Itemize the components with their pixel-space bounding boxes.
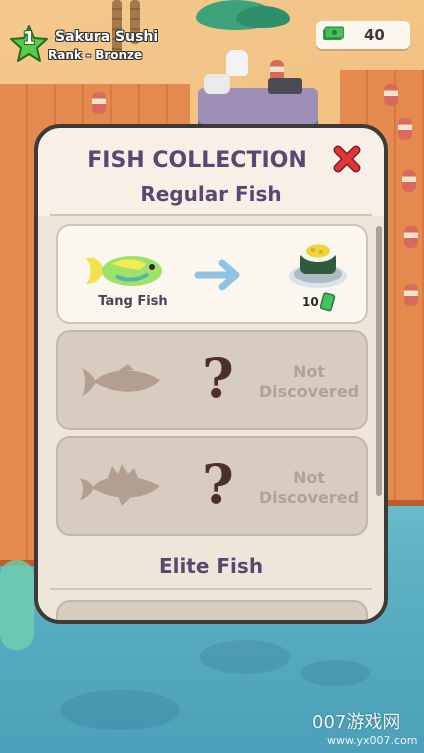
fish-silhouette-icon bbox=[82, 364, 160, 396]
modal-title: FISH COLLECTION bbox=[87, 148, 307, 173]
player-rank: Rank - Bronze bbox=[48, 48, 143, 62]
fish-list[interactable]: Tang Fish 10 ? Not Discovered ? Not Disc… bbox=[38, 216, 384, 620]
palm-leaves bbox=[236, 6, 290, 28]
player-level: 1 bbox=[22, 28, 36, 49]
water-shadow bbox=[200, 640, 290, 674]
status-not-discovered: Not Discovered bbox=[258, 362, 360, 401]
cash-icon bbox=[320, 292, 336, 312]
grill bbox=[268, 78, 302, 94]
money-amount: 40 bbox=[364, 26, 385, 44]
cash-stack-icon bbox=[323, 26, 344, 40]
plate bbox=[204, 74, 230, 94]
fish-card-locked[interactable]: ? Not Discovered bbox=[56, 330, 368, 430]
arrow-right-icon bbox=[194, 259, 240, 291]
watermark-brand: 007游戏网 bbox=[312, 712, 401, 733]
tang-fish-icon bbox=[86, 256, 162, 286]
section-title-regular: Regular Fish bbox=[140, 182, 282, 206]
status-not-discovered: Not Discovered bbox=[258, 468, 360, 507]
rope-post bbox=[404, 226, 418, 248]
water-shadow bbox=[60, 690, 180, 730]
divider bbox=[50, 588, 372, 590]
fish-card-locked[interactable]: ? Not Discovered bbox=[56, 436, 368, 536]
fish-name: Tang Fish bbox=[98, 294, 168, 309]
close-icon[interactable] bbox=[332, 144, 362, 174]
rope-post bbox=[402, 170, 416, 192]
fish-collection-modal: FISH COLLECTION Regular Fish Tang Fish 1… bbox=[34, 124, 388, 624]
rope-post bbox=[92, 92, 106, 114]
rope-post bbox=[384, 84, 398, 106]
seaweed bbox=[0, 560, 34, 650]
chef-hat bbox=[226, 50, 248, 76]
section-title-elite: Elite Fish bbox=[158, 554, 264, 578]
unknown-mark: ? bbox=[202, 452, 234, 516]
unknown-mark: ? bbox=[202, 346, 234, 410]
restaurant-name: Sakura Sushi bbox=[55, 29, 159, 45]
rope-post bbox=[404, 284, 418, 306]
reward-amount: 10 bbox=[302, 295, 319, 309]
scrollbar[interactable] bbox=[376, 226, 382, 496]
money-counter: 40 bbox=[316, 21, 410, 49]
watermark-url: www.yx007.com bbox=[327, 734, 418, 747]
spiny-fish-silhouette-icon bbox=[80, 464, 160, 506]
sushi-roll-icon bbox=[289, 242, 347, 288]
fish-card-elite-partial[interactable] bbox=[56, 600, 368, 620]
water-shadow bbox=[300, 660, 370, 686]
fish-card-tang[interactable]: Tang Fish 10 bbox=[56, 224, 368, 324]
rope-post bbox=[398, 118, 412, 140]
